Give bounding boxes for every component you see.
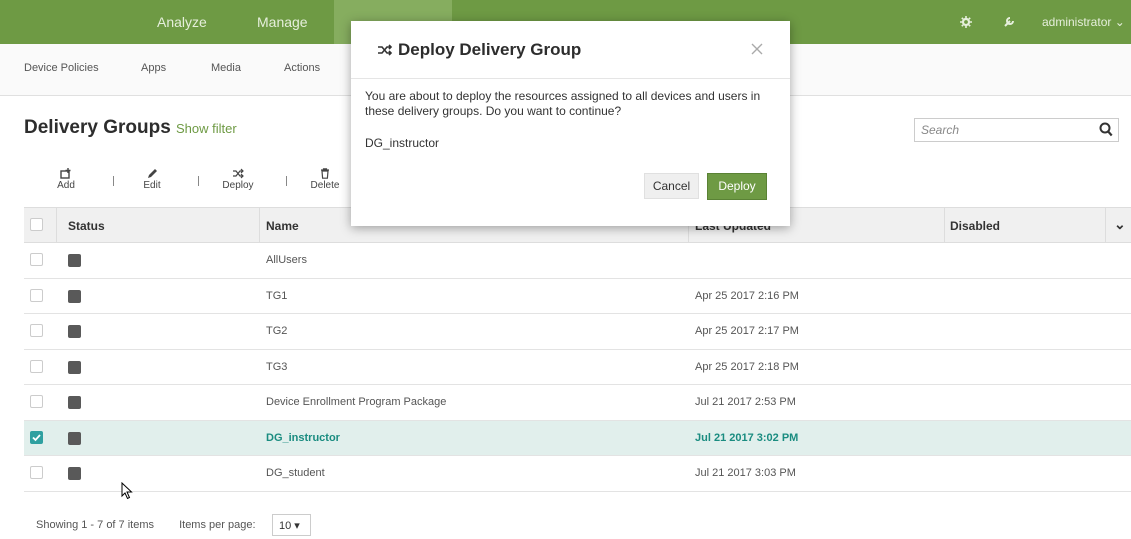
table-row[interactable]: TG1 Apr 25 2017 2:16 PM [24,279,1131,314]
row-name: DG_instructor [266,431,340,444]
table-row[interactable]: Device Enrollment Program Package Jul 21… [24,385,1131,421]
table-row[interactable]: DG_student Jul 21 2017 3:03 PM [24,456,1131,492]
pagination-info: Showing 1 - 7 of 7 items Items per page: [36,519,256,531]
subnav-actions[interactable]: Actions [284,62,320,74]
column-divider [56,208,57,242]
subnav-device-policies[interactable]: Device Policies [24,62,99,74]
gear-icon[interactable] [960,0,972,44]
table-row[interactable]: TG3 Apr 25 2017 2:18 PM [24,350,1131,385]
add-button[interactable]: Add [54,168,78,191]
shuffle-icon [378,44,393,56]
row-name: AllUsers [266,254,307,266]
delivery-group-icon [68,325,81,338]
delivery-group-icon [68,360,81,374]
row-name: TG3 [266,360,288,373]
mouse-cursor-icon [121,482,133,500]
cancel-button[interactable]: Cancel [644,173,699,199]
close-icon[interactable] [750,42,764,56]
row-checkbox[interactable] [30,253,43,266]
row-updated: Apr 25 2017 2:18 PM [695,360,799,373]
row-checkbox-checked[interactable] [30,430,43,444]
row-updated: Apr 25 2017 2:16 PM [695,289,799,302]
row-checkbox[interactable] [30,288,43,302]
search-icon[interactable] [1098,121,1114,139]
dialog-header: Deploy Delivery Group [351,21,790,79]
toolbar-divider [113,176,114,186]
delivery-groups-table: Status Name Last Updated Disabled ⌄ AllU… [24,207,1131,492]
wrench-icon[interactable] [1003,0,1015,44]
delete-label: Delete [310,180,340,191]
user-name: administrator [1042,15,1112,29]
edit-label: Edit [143,180,161,191]
deploy-button[interactable]: Deploy [219,168,257,191]
search-input[interactable] [915,119,1085,141]
row-checkbox[interactable] [30,466,43,479]
show-filter-link[interactable]: Show filter [176,121,237,136]
row-checkbox[interactable] [30,359,43,373]
row-updated: Jul 21 2017 2:53 PM [695,396,796,408]
header-disabled[interactable]: Disabled [950,219,1000,233]
select-all-checkbox[interactable] [30,218,43,231]
add-icon [60,168,71,179]
column-divider [944,208,945,242]
table-row[interactable]: TG2 Apr 25 2017 2:17 PM [24,314,1131,350]
dialog-group-name: DG_instructor [365,136,440,150]
toolbar-divider [286,176,287,186]
delivery-group-icon [68,396,81,409]
delete-icon [321,168,329,179]
column-divider [1105,208,1106,242]
row-name: DG_student [266,467,325,479]
add-label: Add [57,180,75,191]
deploy-delivery-group-dialog: Deploy Delivery Group You are about to d… [351,21,790,226]
subnav-apps[interactable]: Apps [141,62,166,74]
items-per-page-label: Items per page: [179,519,256,531]
shuffle-icon [233,168,244,179]
header-name[interactable]: Name [266,219,299,233]
row-checkbox[interactable] [30,395,43,408]
subnav-media[interactable]: Media [211,62,241,74]
items-per-page-select[interactable]: 10 ▾ [272,514,311,536]
delivery-group-icon [68,467,81,480]
table-row[interactable]: AllUsers [24,243,1131,279]
chevron-down-icon[interactable]: ⌄ [1114,216,1126,233]
column-divider [259,208,260,242]
delete-button[interactable]: Delete [307,168,343,191]
edit-icon [148,169,157,178]
showing-text: Showing 1 - 7 of 7 items [36,519,155,531]
delivery-group-icon [68,289,81,303]
row-checkbox[interactable] [30,324,43,337]
chevron-down-icon: ⌄ [1114,15,1125,29]
nav-analyze[interactable]: Analyze [157,0,207,44]
row-updated: Jul 21 2017 3:02 PM [695,431,799,444]
row-updated: Jul 21 2017 3:03 PM [695,467,796,479]
header-status[interactable]: Status [68,219,105,233]
row-updated: Apr 25 2017 2:17 PM [695,325,799,337]
table-row-selected[interactable]: DG_instructor Jul 21 2017 3:02 PM [24,420,1131,456]
edit-button[interactable]: Edit [140,168,164,191]
search-box [914,118,1119,142]
toolbar-divider [198,176,199,186]
row-name: Device Enrollment Program Package [266,396,447,408]
row-name: TG1 [266,289,288,302]
deploy-label: Deploy [222,180,254,191]
delivery-group-icon [68,431,81,445]
dialog-title: Deploy Delivery Group [398,40,582,59]
delivery-group-icon [68,254,81,267]
nav-manage[interactable]: Manage [257,0,308,44]
user-menu[interactable]: administrator ⌄ [1042,0,1125,44]
dialog-message: You are about to deploy the resources as… [365,89,761,118]
page-title: Delivery Groups [24,117,171,138]
confirm-deploy-button[interactable]: Deploy [707,173,767,200]
row-name: TG2 [266,325,288,337]
